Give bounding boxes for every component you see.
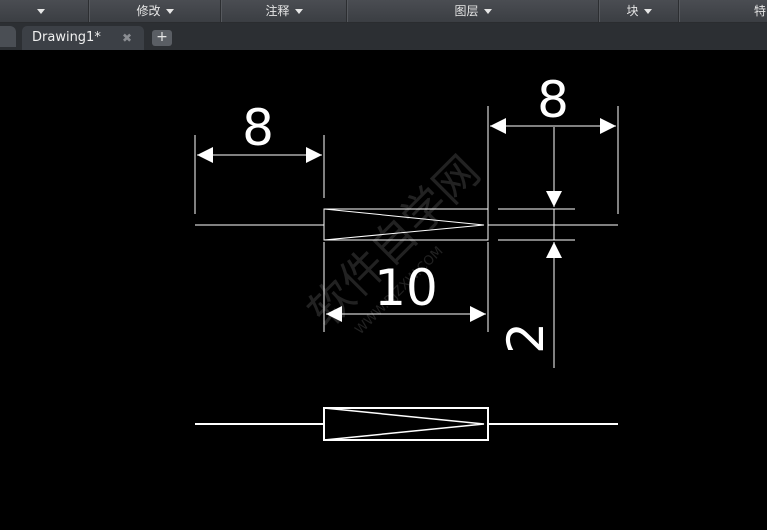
ribbon-panel-bar: 修改 注释 图层 块 特 (0, 0, 767, 23)
chevron-down-icon (643, 9, 652, 14)
plus-icon[interactable]: + (152, 30, 172, 46)
ribbon-panel-modify[interactable]: 修改 (88, 0, 221, 22)
ribbon-panel-annotate[interactable]: 注释 (220, 0, 347, 22)
ribbon-panel-layers-label: 图层 (454, 4, 479, 18)
ribbon-panel-properties-label: 特 (754, 4, 767, 18)
tab-drawing1[interactable]: Drawing1* ✖ (22, 26, 144, 50)
dimension-text-left: 8 (242, 99, 274, 157)
watermark: 软件自学网 WWW.RJZXW.COM (299, 146, 491, 338)
ribbon-panel-modify-label: 修改 (136, 4, 161, 18)
file-tab-bar: Drawing1* ✖ + (0, 23, 767, 50)
close-icon[interactable]: ✖ (122, 26, 132, 50)
component-body (323, 407, 489, 441)
drawing-canvas[interactable]: 软件自学网 WWW.RJZXW.COM 8 8 10 2 (0, 50, 767, 526)
drawing-svg: 软件自学网 WWW.RJZXW.COM 8 8 10 2 (194, 71, 619, 441)
dimension-text-height: 2 (497, 322, 555, 354)
ribbon-panel-layers[interactable]: 图层 (346, 0, 599, 22)
ribbon-panel-block[interactable]: 块 (598, 0, 679, 22)
tab-drawing1-label: Drawing1* (32, 30, 101, 45)
dimension-text-right: 8 (537, 71, 569, 129)
ribbon-panel-block-label: 块 (626, 4, 639, 18)
ribbon-panel-properties[interactable]: 特 (678, 0, 767, 22)
chevron-down-icon (483, 9, 492, 14)
dimension-text-length: 10 (374, 259, 438, 317)
tab-previous[interactable] (0, 26, 16, 47)
ribbon-panel-annotate-label: 注释 (265, 4, 290, 18)
ribbon-panel-prev[interactable] (0, 0, 89, 22)
component-wedge (323, 407, 485, 441)
chevron-down-icon (294, 9, 303, 14)
component-plain[interactable] (195, 407, 618, 441)
chevron-down-icon (165, 9, 174, 14)
chevron-down-icon (37, 9, 45, 14)
